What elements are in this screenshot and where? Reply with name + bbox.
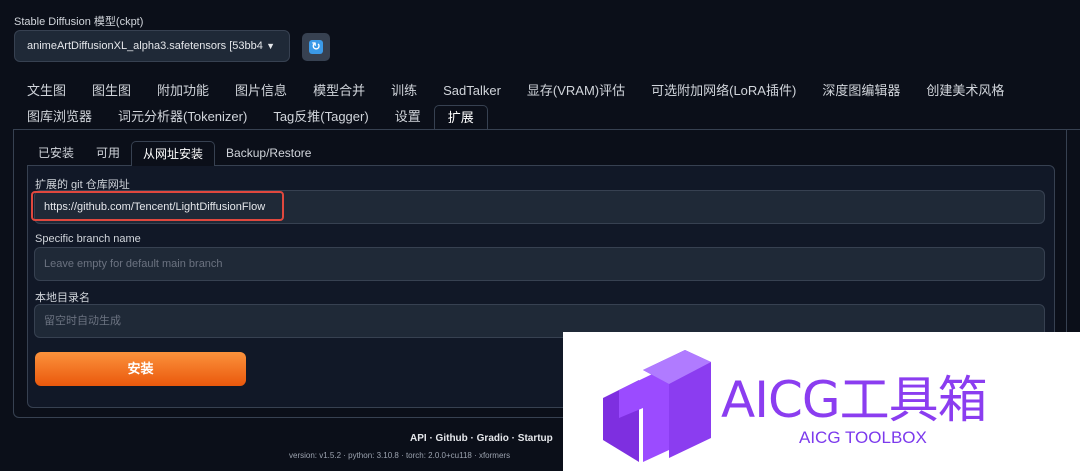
footer-versions: version: v1.5.2 · python: 3.10.8 · torch… [289,451,511,460]
tab-create-style[interactable]: 创建美术风格 [913,79,1017,103]
model-select[interactable]: animeArtDiffusionXL_alpha3.safetensors [… [14,30,290,62]
local-dir-label: 本地目录名 [35,292,90,304]
refresh-icon: ↻ [309,40,323,54]
branch-input[interactable]: Leave empty for default main branch [34,247,1045,281]
install-button[interactable]: 安装 [35,352,246,386]
main-tabs-row-2: 图库浏览器 词元分析器(Tokenizer) Tag反推(Tagger) 设置 … [14,105,488,129]
subtab-installed[interactable]: 已安装 [27,141,85,166]
model-label: Stable Diffusion 模型(ckpt) [14,16,144,28]
model-select-value: animeArtDiffusionXL_alpha3.safetensors [… [27,40,263,52]
tab-tokenizer[interactable]: 词元分析器(Tokenizer) [105,105,260,129]
tab-sadtalker[interactable]: SadTalker [430,79,514,103]
branch-label: Specific branch name [35,233,141,245]
tab-txt2img[interactable]: 文生图 [14,79,79,103]
brand-subtitle: AICG TOOLBOX [799,428,927,447]
footer-links[interactable]: API · Github · Gradio · Startup [410,433,553,444]
tab-lora-networks[interactable]: 可选附加网络(LoRA插件) [638,79,809,103]
tab-model-merge[interactable]: 模型合并 [300,79,378,103]
highlight-box [31,191,284,221]
tab-img2img[interactable]: 图生图 [79,79,144,103]
tab-image-browser[interactable]: 图库浏览器 [14,105,105,129]
tab-depth-editor[interactable]: 深度图编辑器 [809,79,913,103]
brand-title: AICG工具箱 [721,371,988,429]
extension-subtabs: 已安装 可用 从网址安装 Backup/Restore [27,141,322,166]
tab-png-info[interactable]: 图片信息 [222,79,300,103]
refresh-button[interactable]: ↻ [302,33,330,61]
tab-settings[interactable]: 设置 [382,105,434,129]
aicg-logo-icon [603,350,711,462]
subtab-backup-restore[interactable]: Backup/Restore [215,141,322,166]
subtab-install-from-url[interactable]: 从网址安装 [131,141,216,166]
main-tabs-row-1: 文生图 图生图 附加功能 图片信息 模型合并 训练 SadTalker 显存(V… [14,79,1017,103]
watermark-banner: AICG工具箱 AICG TOOLBOX [563,332,1080,471]
tab-vram-estimator[interactable]: 显存(VRAM)评估 [514,79,638,103]
chevron-down-icon: ▼ [266,41,275,51]
subtab-available[interactable]: 可用 [85,141,131,166]
tab-extras[interactable]: 附加功能 [144,79,222,103]
tab-tagger[interactable]: Tag反推(Tagger) [260,105,381,129]
tab-train[interactable]: 训练 [378,79,430,103]
tab-extensions[interactable]: 扩展 [433,105,488,129]
